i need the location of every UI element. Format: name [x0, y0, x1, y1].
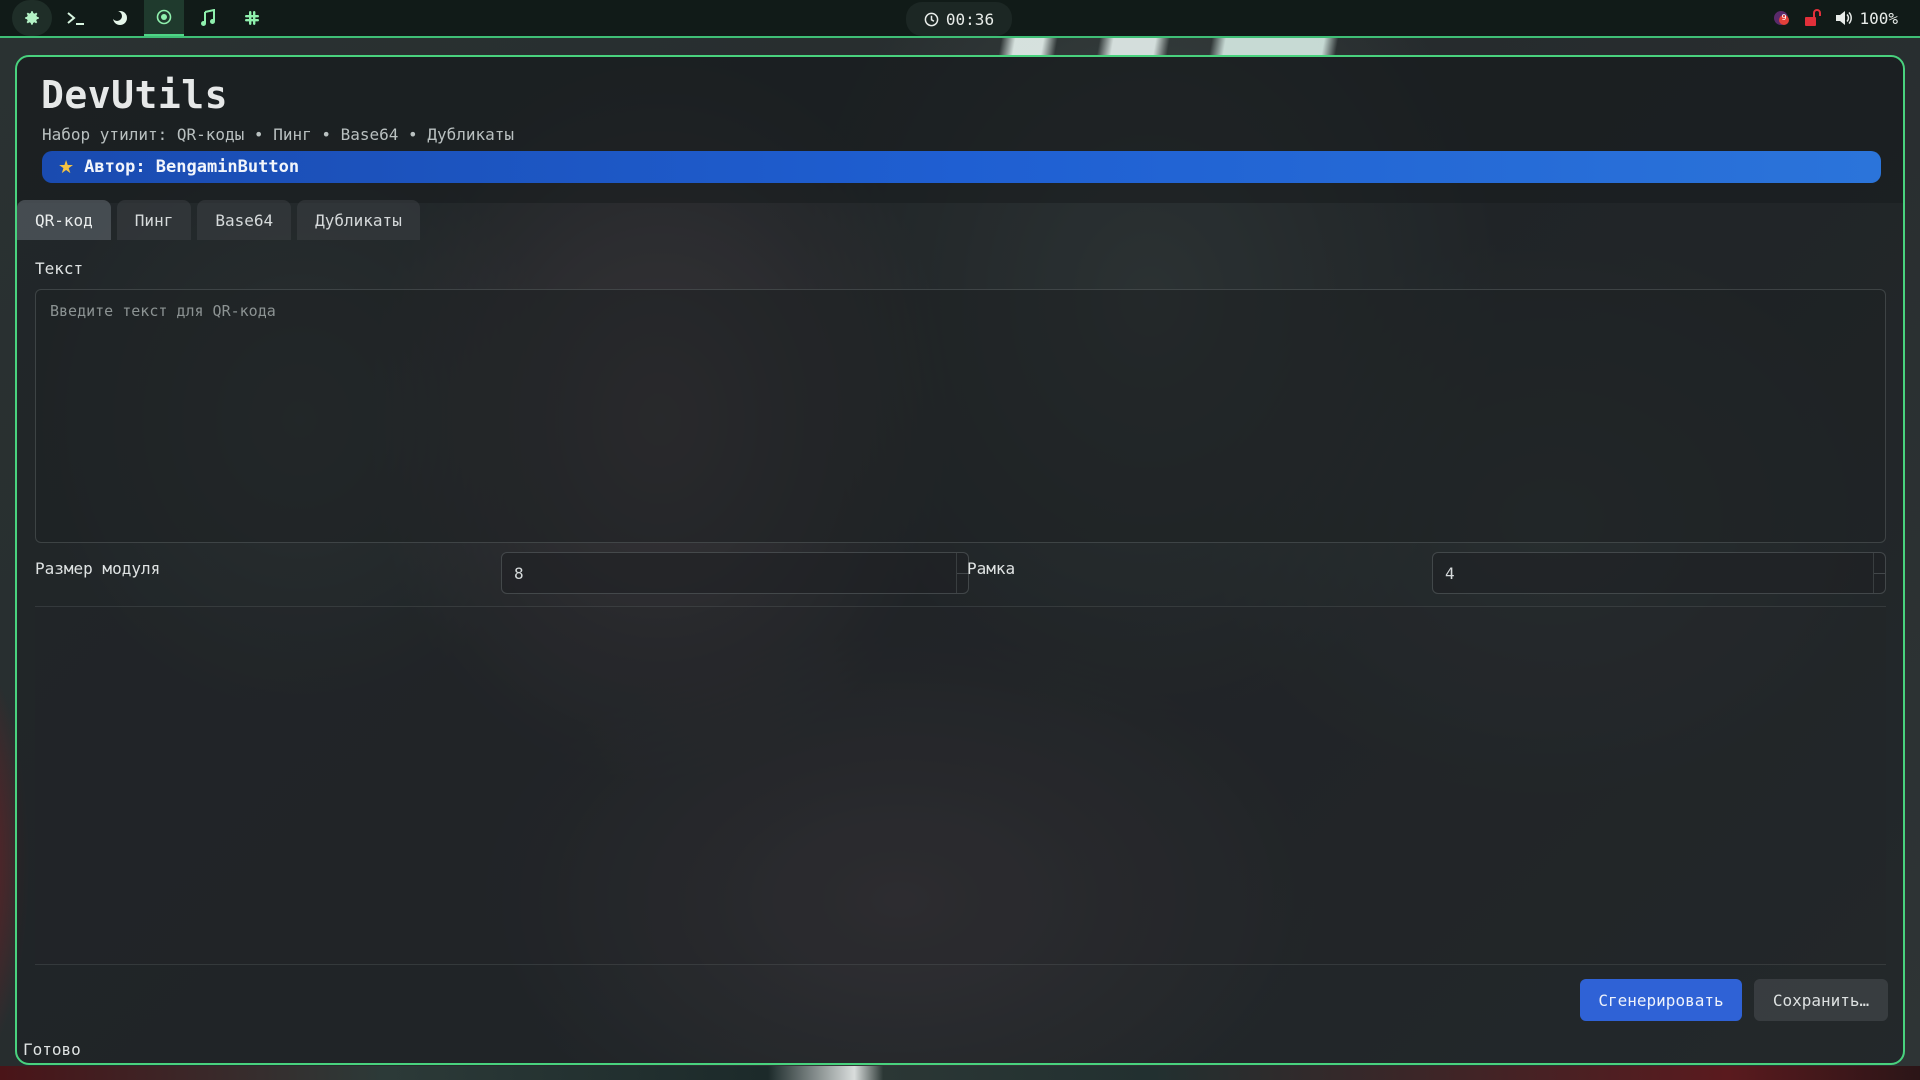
- save-button[interactable]: Сохранить…: [1754, 979, 1888, 1021]
- clock-icon: [924, 12, 939, 26]
- tab-base64[interactable]: Base64: [197, 200, 292, 240]
- author-text: Автор: BengaminButton: [84, 157, 300, 177]
- tab-qr-code[interactable]: QR-код: [17, 200, 111, 240]
- volume-level: 100%: [1859, 8, 1898, 28]
- gear-icon[interactable]: [12, 0, 52, 36]
- spinbox-arrows[interactable]: [1873, 553, 1885, 593]
- module-size-label: Размер модуля: [35, 559, 161, 578]
- module-size-spinbox[interactable]: 8: [501, 552, 969, 594]
- module-size-value: 8: [514, 563, 524, 583]
- notification-badge-icon[interactable]: 9: [1771, 8, 1791, 28]
- qr-text-input[interactable]: Введите текст для QR-кода: [35, 289, 1886, 543]
- star-icon: ★: [58, 156, 75, 178]
- qr-panel: Текст Введите текст для QR-кода Размер м…: [17, 240, 1903, 1063]
- music-note-icon[interactable]: [188, 0, 228, 36]
- tab-duplicates[interactable]: Дубликаты: [297, 200, 420, 240]
- border-value: 4: [1445, 563, 1455, 583]
- volume-control[interactable]: 100%: [1835, 9, 1898, 28]
- top-panel: 00:36 9 100%: [0, 0, 1920, 38]
- tab-bar: QR-код Пинг Base64 Дубликаты: [17, 200, 420, 240]
- terminal-icon[interactable]: [56, 0, 96, 36]
- app-title: DevUtils: [41, 73, 229, 117]
- record-icon[interactable]: [144, 0, 184, 36]
- border-label: Рамка: [967, 559, 1016, 578]
- wallpaper-detail: [0, 1066, 1920, 1080]
- generate-button[interactable]: Сгенерировать: [1580, 979, 1742, 1021]
- moon-icon[interactable]: [100, 0, 140, 36]
- text-label: Текст: [35, 259, 84, 278]
- app-subtitle: Набор утилит: QR-коды • Пинг • Base64 • …: [42, 125, 515, 144]
- lock-icon[interactable]: [1803, 8, 1823, 28]
- clock-time: 00:36: [945, 9, 995, 29]
- system-tray: 9 100%: [1771, 0, 1898, 36]
- speaker-icon: [1836, 11, 1853, 25]
- launcher-group: [0, 0, 272, 36]
- status-text: Готово: [23, 1040, 81, 1059]
- tab-ping[interactable]: Пинг: [116, 200, 192, 240]
- app-header: DevUtils Набор утилит: QR-коды • Пинг • …: [17, 57, 1903, 203]
- wallpaper-detail: [230, 36, 1630, 56]
- clock-widget[interactable]: 00:36: [906, 2, 1012, 36]
- devutils-window: DevUtils Набор утилит: QR-коды • Пинг • …: [15, 55, 1905, 1065]
- qr-preview-area: [35, 606, 1886, 965]
- notification-count: 9: [1781, 13, 1787, 22]
- slack-icon[interactable]: [232, 0, 272, 36]
- border-spinbox[interactable]: 4: [1432, 552, 1886, 594]
- author-banner: ★ Автор: BengaminButton: [42, 151, 1881, 183]
